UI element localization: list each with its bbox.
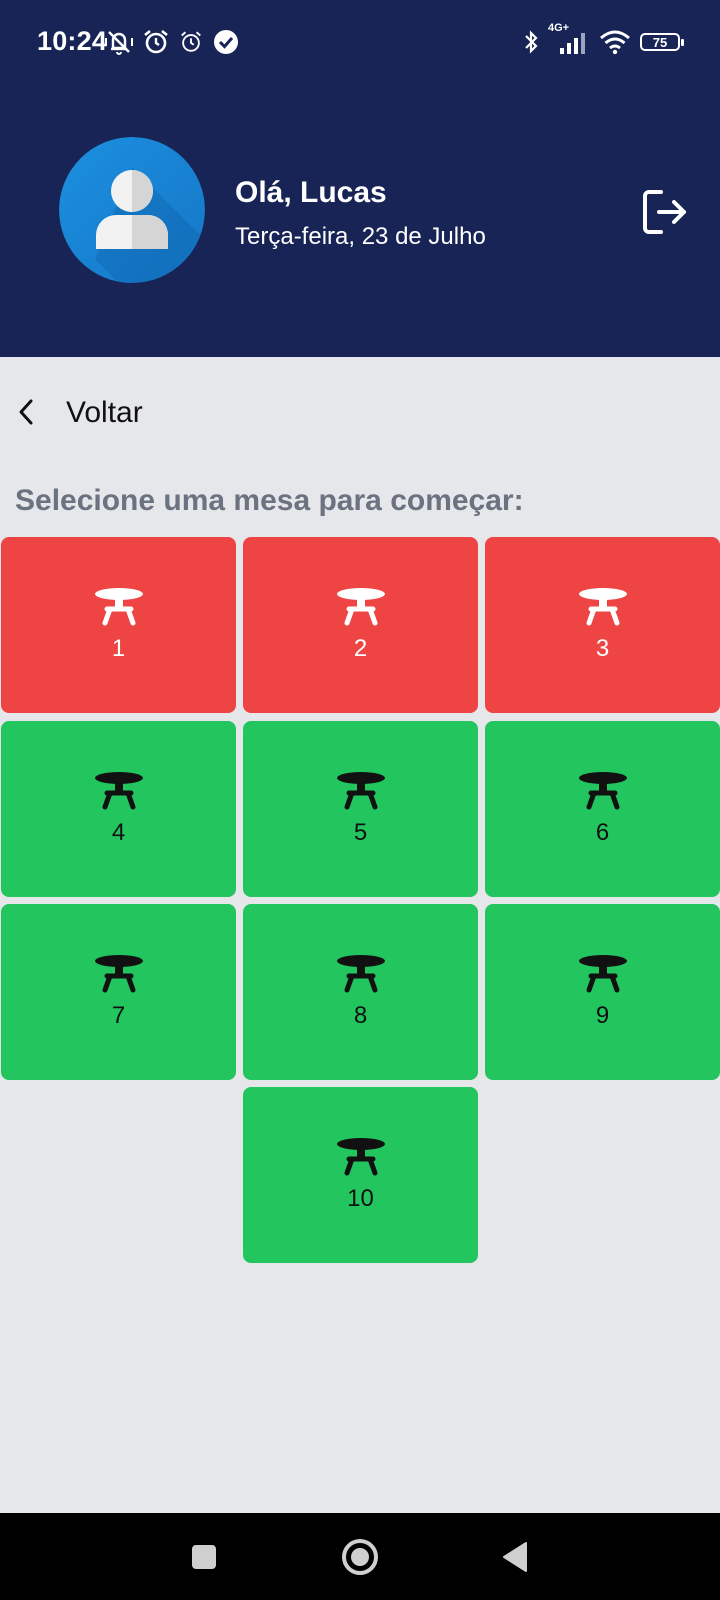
table-card-10[interactable]: 10: [243, 1087, 478, 1263]
status-bar: 10:24 4G+ 75: [0, 0, 720, 84]
back-button[interactable]: Voltar: [0, 385, 720, 439]
current-date: Terça-feira, 23 de Julho: [235, 223, 486, 250]
table-card-8[interactable]: 8: [243, 904, 478, 1080]
system-nav-bar: [0, 1513, 720, 1600]
table-icon: [94, 588, 143, 626]
table-card-4[interactable]: 4: [1, 721, 236, 897]
table-icon: [578, 955, 627, 993]
table-icon: [336, 588, 385, 626]
table-icon: [578, 588, 627, 626]
table-number: 1: [111, 635, 126, 662]
table-icon: [94, 955, 143, 993]
table-number: 6: [595, 819, 610, 846]
back-label: Voltar: [66, 396, 143, 429]
page-title: Selecione uma mesa para começar:: [15, 484, 524, 517]
header: 10:24 4G+ 75 Olá, Lucas Terça-feira, 23 …: [0, 0, 720, 357]
battery-icon: 75: [640, 33, 684, 51]
table-icon: [336, 772, 385, 810]
home-circle-icon: [342, 1539, 378, 1575]
bluetooth-icon: [525, 30, 538, 54]
table-icon: [578, 772, 627, 810]
battery-level: 75: [652, 34, 668, 50]
table-number: 10: [347, 1185, 374, 1212]
table-icon: [336, 955, 385, 993]
table-card-2[interactable]: 2: [243, 537, 478, 713]
table-number: 7: [111, 1002, 126, 1029]
table-card-9[interactable]: 9: [485, 904, 720, 1080]
table-card-7[interactable]: 7: [1, 904, 236, 1080]
chevron-left-icon: [19, 399, 33, 425]
table-number: 5: [353, 819, 368, 846]
alarm-small-icon: [181, 31, 201, 52]
table-number: 2: [353, 635, 368, 662]
table-card-6[interactable]: 6: [485, 721, 720, 897]
avatar: [59, 137, 205, 283]
signal-icon: [560, 33, 585, 54]
wifi-icon: [600, 30, 630, 55]
triangle-back-icon: [503, 1542, 527, 1572]
logout-icon: [643, 190, 686, 234]
status-time: 10:24: [37, 26, 108, 56]
table-card-5[interactable]: 5: [243, 721, 478, 897]
user-avatar-icon: [59, 137, 205, 283]
table-icon: [94, 772, 143, 810]
signal-group: 4G+: [548, 22, 590, 56]
check-circle-icon: [214, 30, 238, 54]
logout-button[interactable]: [639, 186, 691, 238]
back-nav-button[interactable]: [500, 1540, 530, 1579]
table-number: 4: [111, 819, 126, 846]
recents-button[interactable]: [190, 1543, 218, 1576]
bell-muted-icon: [105, 31, 133, 55]
table-number: 3: [595, 635, 610, 662]
table-number: 8: [353, 1002, 368, 1029]
status-icons-right: 4G+ 75: [523, 22, 684, 58]
alarm-icon: [144, 29, 168, 54]
status-icons-left: [104, 26, 240, 58]
table-card-1[interactable]: 1: [1, 537, 236, 713]
greeting: Olá, Lucas: [235, 176, 387, 209]
square-icon: [192, 1545, 216, 1569]
home-button[interactable]: [340, 1537, 380, 1582]
table-icon: [336, 1138, 385, 1176]
table-card-3[interactable]: 3: [485, 537, 720, 713]
table-number: 9: [595, 1002, 610, 1029]
